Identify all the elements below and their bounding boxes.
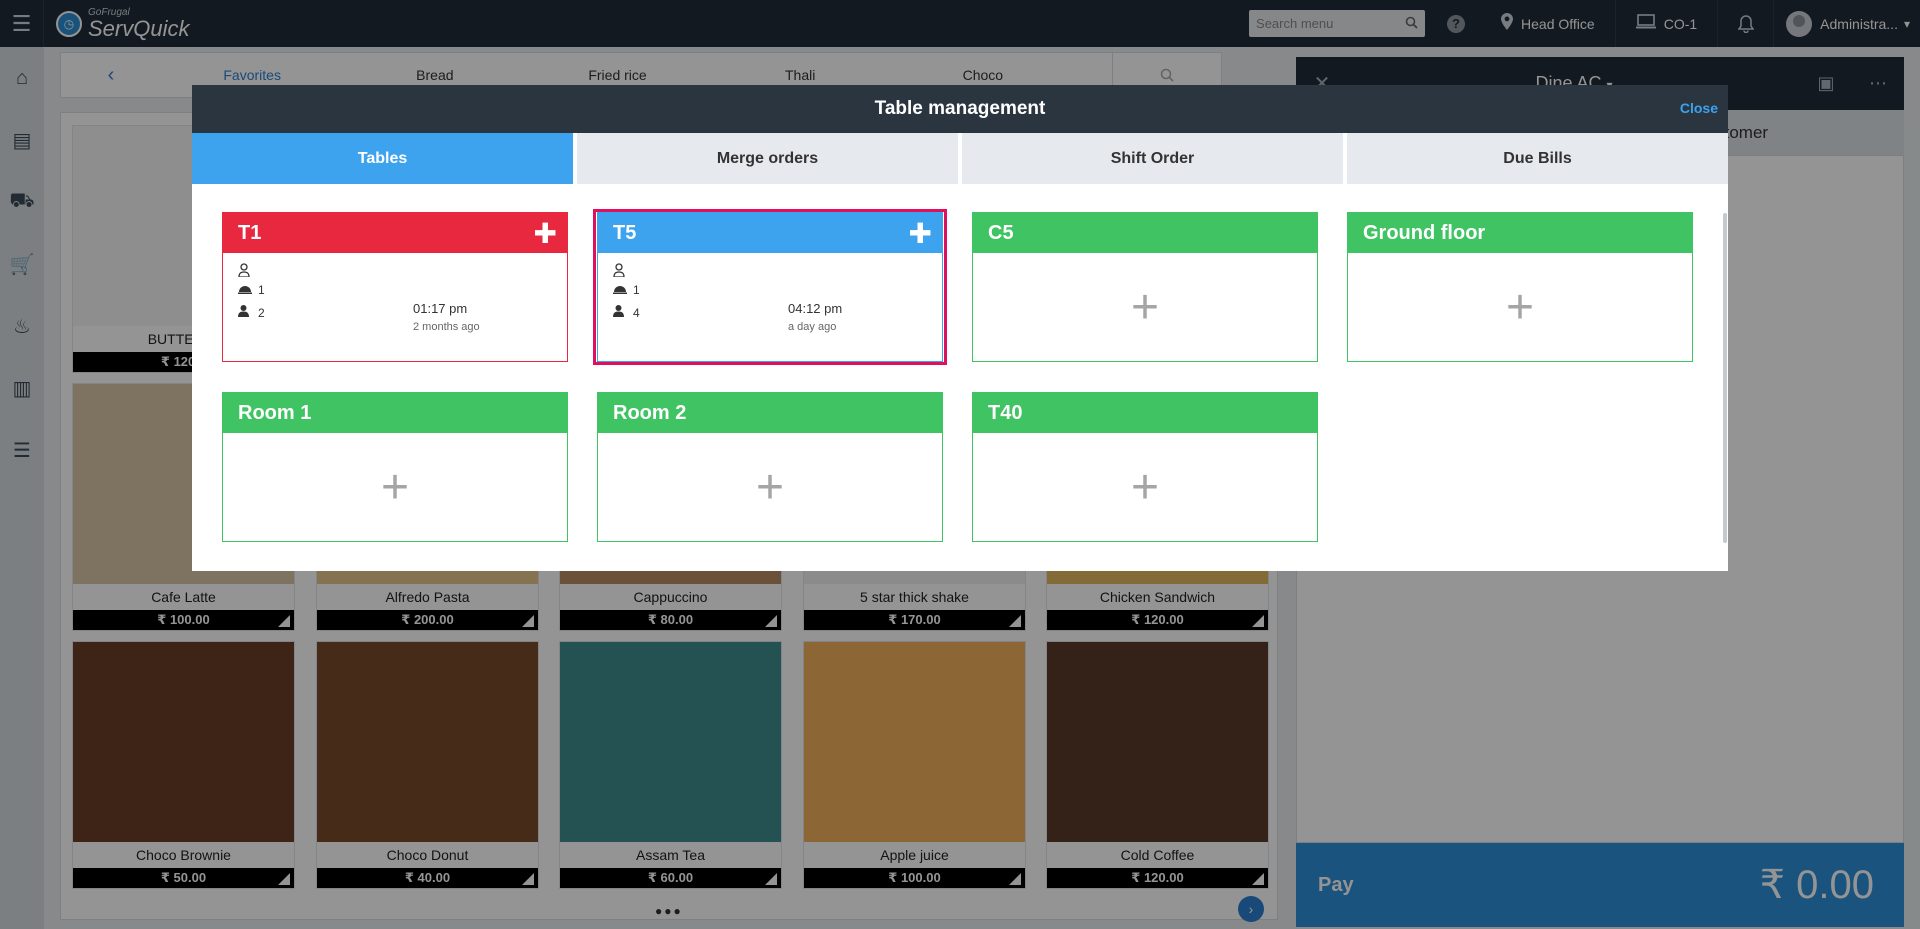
table-name: T40 (988, 401, 1023, 424)
table-card-room-1[interactable]: Room 1 + (222, 392, 568, 542)
user-icon (238, 305, 258, 320)
tab-due-bills[interactable]: Due Bills (1347, 133, 1728, 184)
close-button[interactable]: Close (1680, 100, 1718, 116)
table-name: Room 2 (613, 401, 687, 424)
table-management-modal: Table management Close Tables Merge orde… (192, 85, 1728, 571)
table-name: T1 (238, 221, 262, 244)
add-table-plus-icon[interactable]: + (1348, 253, 1692, 361)
add-table-plus-icon[interactable]: + (223, 433, 567, 541)
add-order-plus-icon[interactable]: ✚ (534, 217, 557, 250)
order-time: 01:17 pm (413, 301, 468, 316)
add-table-plus-icon[interactable]: + (973, 253, 1317, 361)
cloche-icon (238, 283, 258, 297)
modal-scrollbar[interactable] (1723, 213, 1727, 543)
tab-tables[interactable]: Tables (192, 133, 573, 184)
table-name: Room 1 (238, 401, 312, 424)
guests-count: 2 (258, 305, 265, 320)
order-ago: 2 months ago (413, 321, 480, 333)
table-name: Ground floor (1363, 221, 1486, 244)
table-card-room-2[interactable]: Room 2 + (597, 392, 943, 542)
table-name: C5 (988, 221, 1014, 244)
modal-title: Table management (874, 98, 1046, 119)
table-card-c5[interactable]: C5 + (972, 212, 1318, 362)
waiter-icon (238, 263, 258, 280)
table-card-ground-floor[interactable]: Ground floor + (1347, 212, 1693, 362)
add-table-plus-icon[interactable]: + (973, 433, 1317, 541)
selection-highlight (593, 209, 947, 365)
tab-merge-orders[interactable]: Merge orders (577, 133, 958, 184)
modal-header: Table management Close (192, 85, 1728, 133)
covers-count: 1 (258, 283, 265, 297)
tables-area: T1 ✚ 1 2 01:17 pm 2 months ago T5 ✚ 1 4 … (192, 184, 1728, 571)
table-card-t40[interactable]: T40 + (972, 392, 1318, 542)
table-card-t1[interactable]: T1 ✚ 1 2 01:17 pm 2 months ago (222, 212, 568, 362)
tab-shift-order[interactable]: Shift Order (962, 133, 1343, 184)
add-table-plus-icon[interactable]: + (598, 433, 942, 541)
modal-tabs: Tables Merge orders Shift Order Due Bill… (192, 133, 1728, 184)
